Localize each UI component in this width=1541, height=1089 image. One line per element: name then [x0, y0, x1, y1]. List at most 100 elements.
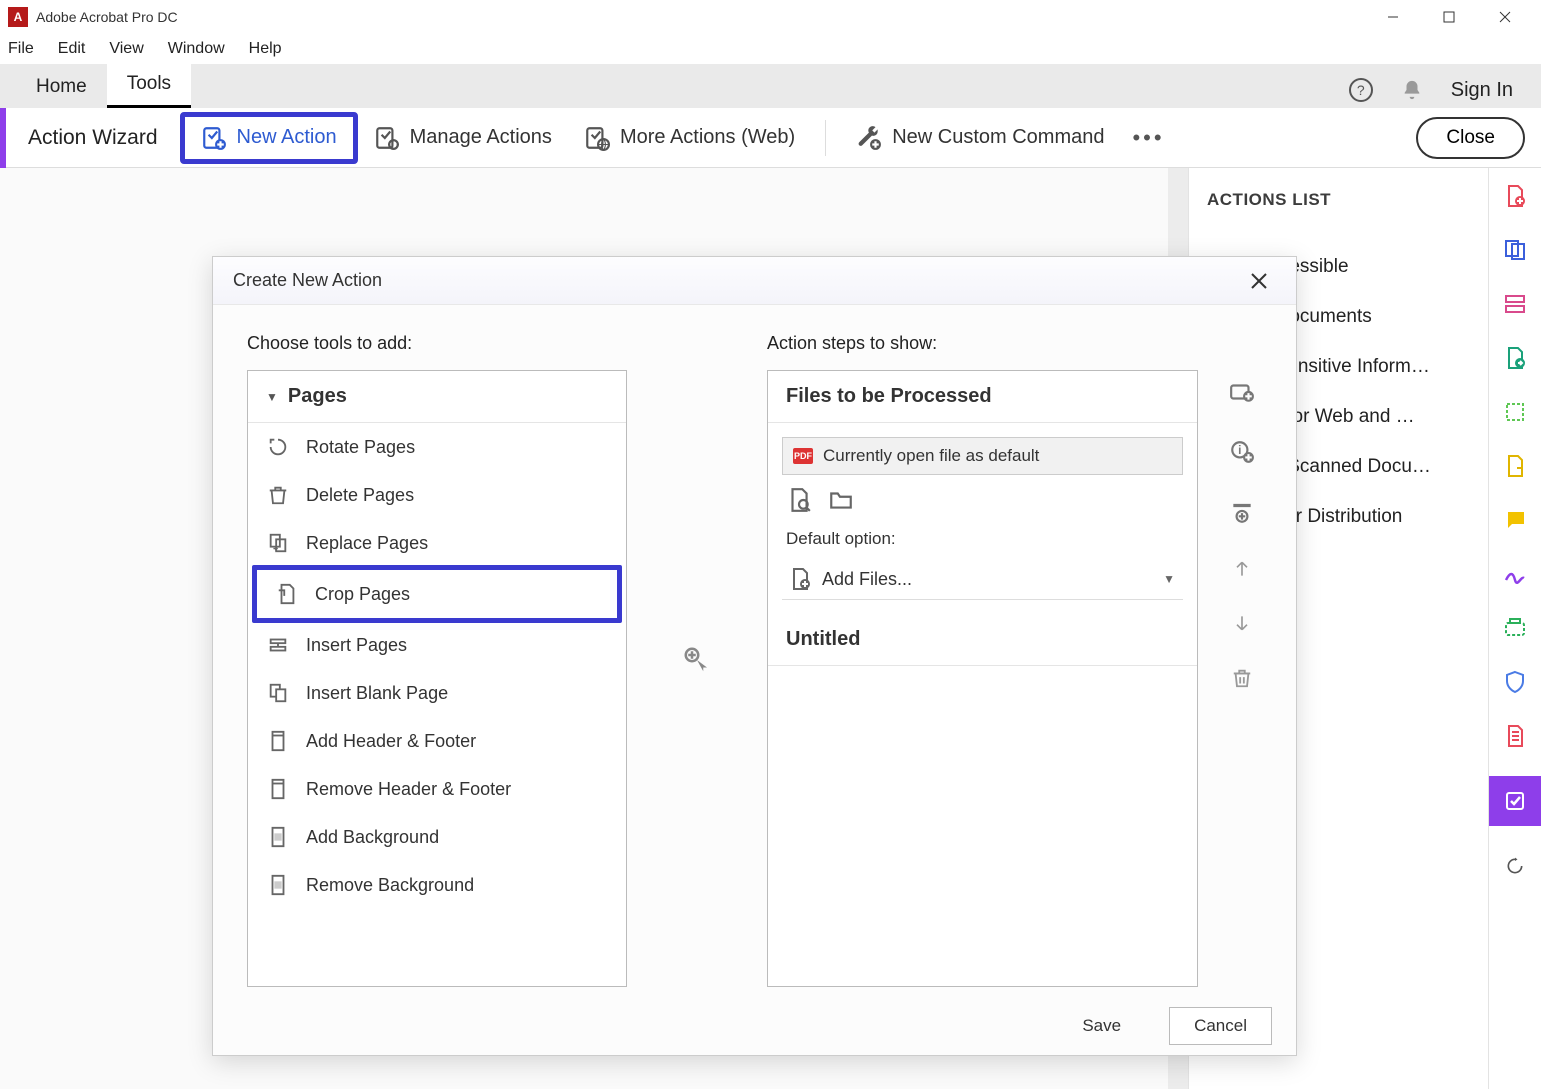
send-for-comments-icon[interactable]	[1501, 452, 1529, 480]
tool-icon	[266, 633, 290, 657]
combine-files-icon[interactable]	[1501, 236, 1529, 264]
window-controls	[1365, 0, 1533, 34]
tool-row[interactable]: Remove Background	[248, 861, 626, 909]
menu-help[interactable]: Help	[249, 40, 282, 58]
actions-list-title: ACTIONS LIST	[1207, 190, 1470, 210]
add-files-dropdown[interactable]: Add Files... ▼	[782, 559, 1183, 600]
menubar: File Edit View Window Help	[0, 34, 1541, 64]
scan-ocr-icon[interactable]	[1501, 614, 1529, 642]
fill-sign-icon[interactable]	[1501, 560, 1529, 588]
tool-row[interactable]: Replace Pages	[248, 519, 626, 567]
organize-pages-icon[interactable]	[1501, 398, 1529, 426]
add-files-label: Add Files...	[822, 569, 912, 590]
tool-label: Add Header & Footer	[306, 731, 476, 752]
action-wizard-icon[interactable]	[1489, 776, 1541, 826]
new-action-button[interactable]: New Action	[180, 112, 358, 164]
tool-row[interactable]: Insert Blank Page	[248, 669, 626, 717]
tool-icon	[266, 873, 290, 897]
add-folder-icon[interactable]	[828, 487, 854, 513]
new-custom-command-button[interactable]: New Custom Command	[840, 117, 1120, 159]
tool-icon	[266, 681, 290, 705]
add-to-steps-button[interactable]	[682, 645, 712, 675]
add-files-icon	[788, 567, 812, 591]
tab-tools[interactable]: Tools	[107, 63, 191, 108]
accent-bar	[0, 108, 6, 168]
comment-icon[interactable]	[1501, 506, 1529, 534]
tool-label: Delete Pages	[306, 485, 414, 506]
more-actions-web-button[interactable]: More Actions (Web)	[568, 117, 811, 159]
more-tools-icon[interactable]	[1501, 722, 1529, 750]
add-divider-icon[interactable]	[1229, 499, 1255, 525]
tool-list[interactable]: Rotate Pages Delete Pages Replace Pages Cro…	[248, 423, 626, 986]
move-up-icon[interactable]	[1232, 559, 1252, 579]
manage-actions-icon	[374, 125, 400, 151]
sign-in-link[interactable]: Sign In	[1451, 79, 1513, 102]
tool-row[interactable]: Insert Pages	[248, 621, 626, 669]
menu-edit[interactable]: Edit	[58, 40, 86, 58]
tool-group-header[interactable]: ▼ Pages	[248, 371, 626, 423]
edit-pdf-icon[interactable]	[1501, 290, 1529, 318]
more-actions-icon	[584, 125, 610, 151]
svg-text:i: i	[1238, 443, 1241, 457]
dialog-header: Create New Action	[213, 257, 1296, 305]
protect-icon[interactable]	[1501, 668, 1529, 696]
menu-window[interactable]: Window	[168, 40, 225, 58]
tool-row[interactable]: Delete Pages	[248, 471, 626, 519]
tool-row[interactable]: Add Background	[248, 813, 626, 861]
move-down-icon[interactable]	[1232, 613, 1252, 633]
notifications-icon[interactable]	[1401, 79, 1423, 101]
add-to-steps-column	[667, 333, 727, 987]
new-action-label: New Action	[237, 126, 337, 149]
create-new-action-dialog: Create New Action Choose tools to add: ▼…	[212, 256, 1297, 1056]
add-folder-step-icon[interactable]	[1229, 379, 1255, 405]
create-pdf-icon[interactable]	[1501, 182, 1529, 210]
new-action-icon	[201, 125, 227, 151]
steps-listbox: Files to be Processed PDF Currently open…	[767, 370, 1198, 987]
tool-icon	[275, 582, 299, 606]
tool-row[interactable]: Crop Pages	[252, 565, 622, 623]
close-tool-button[interactable]: Close	[1416, 117, 1525, 159]
tool-row[interactable]: Add Header & Footer	[248, 717, 626, 765]
tool-label: Crop Pages	[315, 584, 410, 605]
tool-row[interactable]: Rotate Pages	[248, 423, 626, 471]
pdf-badge-icon: PDF	[793, 448, 813, 464]
minimize-icon	[1386, 10, 1400, 24]
tools-listbox: ▼ Pages Rotate Pages Delete Pages Replace …	[247, 370, 627, 987]
tool-row[interactable]: Remove Header & Footer	[248, 765, 626, 813]
chevron-down-icon: ▼	[1163, 572, 1175, 586]
toolbar-overflow-button[interactable]: •••	[1120, 125, 1176, 151]
minimize-button[interactable]	[1365, 0, 1421, 34]
close-window-button[interactable]	[1477, 0, 1533, 34]
wrench-icon	[856, 125, 882, 151]
maximize-icon	[1442, 10, 1456, 24]
browse-file-icon[interactable]	[786, 487, 812, 513]
titlebar: A Adobe Acrobat Pro DC	[0, 0, 1541, 34]
maximize-button[interactable]	[1421, 0, 1477, 34]
export-pdf-icon[interactable]	[1501, 344, 1529, 372]
default-file-label: Currently open file as default	[823, 446, 1039, 466]
menu-file[interactable]: File	[8, 40, 34, 58]
dialog-close-button[interactable]	[1242, 268, 1276, 294]
default-file-row[interactable]: PDF Currently open file as default	[782, 437, 1183, 475]
delete-step-icon[interactable]	[1231, 667, 1253, 689]
cancel-button[interactable]: Cancel	[1169, 1007, 1272, 1045]
new-custom-command-label: New Custom Command	[892, 126, 1104, 149]
manage-actions-button[interactable]: Manage Actions	[358, 117, 568, 159]
step-untitled-header[interactable]: Untitled	[768, 614, 1197, 666]
toolbar-section-label: Action Wizard	[0, 126, 180, 150]
save-button[interactable]: Save	[1058, 1008, 1145, 1044]
tab-home[interactable]: Home	[16, 66, 107, 108]
choose-tools-column: Choose tools to add: ▼ Pages Rotate Page…	[247, 333, 627, 987]
tool-icon	[266, 729, 290, 753]
right-tool-strip	[1489, 168, 1541, 1089]
action-steps-label: Action steps to show:	[767, 333, 1198, 354]
tool-icon	[266, 531, 290, 555]
collapse-panel-icon[interactable]	[1501, 852, 1529, 880]
menu-view[interactable]: View	[109, 40, 143, 58]
add-instruction-icon[interactable]: i	[1229, 439, 1255, 465]
window-title: Adobe Acrobat Pro DC	[36, 9, 1365, 25]
help-icon[interactable]: ?	[1349, 78, 1373, 102]
tool-group-label: Pages	[288, 385, 347, 408]
choose-tools-label: Choose tools to add:	[247, 333, 627, 354]
tool-label: Insert Pages	[306, 635, 407, 656]
